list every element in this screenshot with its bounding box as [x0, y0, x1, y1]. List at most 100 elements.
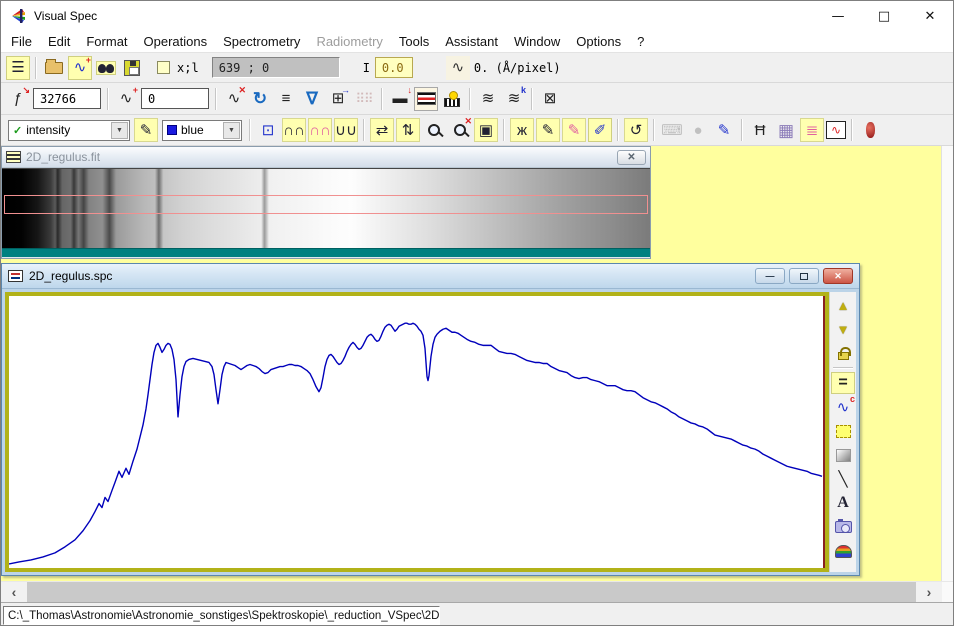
spectrum-strip-image[interactable] — [2, 168, 650, 248]
undo-curve-icon[interactable]: ↺ — [624, 118, 648, 142]
mark-line-icon[interactable]: ✎ — [562, 118, 586, 142]
color-pick-hand-icon[interactable]: ✎ — [134, 118, 158, 142]
gradient-square-icon[interactable] — [831, 444, 855, 466]
fit-close-button[interactable]: ✕ — [617, 150, 646, 165]
continuum-icon-2[interactable]: ∩∩ — [308, 118, 332, 142]
separator — [531, 88, 533, 110]
dropdown-arrow-icon[interactable]: ▼ — [223, 122, 240, 139]
spc-window-title-bar[interactable]: 2D_regulus.spc — ✕ — [2, 264, 859, 289]
sky-lines-icon[interactable]: ≋ — [476, 87, 500, 111]
crop-profile-icon[interactable]: ∿✕ — [222, 87, 246, 111]
menu-assistant[interactable]: Assistant — [437, 32, 506, 51]
draw-line-icon[interactable]: ✎ — [536, 118, 560, 142]
spc-minimize-button[interactable]: — — [755, 268, 785, 284]
xy-coordinates-checkbox-group: x;l — [157, 61, 202, 75]
binning-selection-box[interactable] — [4, 195, 648, 214]
annotate-lines-icon[interactable]: ≣ — [800, 118, 824, 142]
open-folder-icon[interactable] — [42, 56, 66, 80]
red-lens-icon[interactable] — [858, 118, 882, 142]
max-intensity-field[interactable]: 32766 — [33, 88, 101, 109]
divide-profiles-icon[interactable]: ⊠ — [538, 87, 562, 111]
menu-?[interactable]: ? — [629, 32, 652, 51]
zoom-in-icon[interactable] — [422, 118, 446, 142]
menu-spectrometry[interactable]: Spectrometry — [215, 32, 308, 51]
maximize-button[interactable]: □ — [861, 1, 907, 31]
offset-function-icon[interactable]: ∿+ — [114, 87, 138, 111]
menu-format[interactable]: Format — [78, 32, 135, 51]
tilt-lines-icon[interactable]: ≡ — [274, 87, 298, 111]
sky-lines-remove-icon[interactable]: ≋k — [502, 87, 526, 111]
equal-icon[interactable]: = — [831, 372, 855, 394]
save-icon[interactable] — [120, 56, 144, 80]
reference-barcode-icon[interactable] — [440, 87, 464, 111]
palette-icon[interactable] — [831, 540, 855, 562]
minimize-button[interactable]: — — [815, 1, 861, 31]
stripes-shape — [417, 92, 436, 105]
menu-file[interactable]: File — [3, 32, 40, 51]
rotate-icon[interactable]: ↻ — [248, 87, 272, 111]
open-profile-icon[interactable]: ∿+ — [68, 56, 92, 80]
scroll-left-button[interactable]: ‹ — [1, 582, 27, 602]
lock-shape — [838, 352, 849, 360]
arrow-up-icon[interactable]: ▲ — [831, 294, 855, 316]
zoom-reset-icon[interactable]: ✕ — [448, 118, 472, 142]
periodic-table-icon[interactable]: ▦ — [774, 118, 798, 142]
continuum-icon-3[interactable]: ∪∪ — [334, 118, 358, 142]
continuum-icon-1[interactable]: ∩∩ — [282, 118, 306, 142]
fit-image-window[interactable]: 2D_regulus.fit ✕ — [1, 146, 651, 259]
spc-restore-button[interactable] — [789, 268, 819, 284]
offset-field[interactable]: 0 — [141, 88, 209, 109]
text-tool-icon[interactable]: A — [831, 492, 855, 514]
menu-window[interactable]: Window — [506, 32, 568, 51]
spectrum-plot-area[interactable] — [9, 296, 825, 568]
arrow-down-icon[interactable]: ▼ — [831, 318, 855, 340]
element-lines-icon[interactable]: Ħ — [748, 118, 772, 142]
title-bar[interactable]: Visual Spec — □ ✕ — [1, 1, 953, 31]
preview-chart-icon[interactable]: ∿ — [826, 121, 846, 139]
clip-function-icon[interactable]: ƒ↘ — [6, 87, 30, 111]
extract-profile-icon[interactable]: ▬↓ — [388, 87, 412, 111]
spc-close-button[interactable]: ✕ — [823, 268, 853, 284]
scale-curve-icon[interactable]: ⇅ — [396, 118, 420, 142]
intensity-value-field[interactable]: 0.0 — [375, 57, 413, 78]
display-strip-icon[interactable] — [414, 87, 438, 111]
separator — [363, 119, 365, 141]
blue-square-icon — [167, 125, 177, 135]
despike-icon[interactable]: ж — [510, 118, 534, 142]
small-pencil-icon[interactable]: ✎ — [712, 118, 736, 142]
scroll-right-button[interactable]: › — [916, 582, 942, 602]
line-tool-icon[interactable]: ╲ — [831, 468, 855, 490]
camera-icon[interactable] — [831, 516, 855, 538]
smooth-brush-icon[interactable]: ✐ — [588, 118, 612, 142]
series-select[interactable]: ✓intensity▼ — [8, 120, 130, 141]
ink-drop-icon: ● — [686, 118, 710, 142]
spc-profile-window[interactable]: 2D_regulus.spc — ✕ — [1, 263, 860, 576]
horizontal-scrollbar[interactable]: ‹ › — [1, 582, 942, 602]
separator — [107, 88, 109, 110]
app-icon — [10, 8, 27, 24]
slant-nabla-icon[interactable]: ∇ — [300, 87, 324, 111]
dispersion-wave-icon[interactable]: ∿ — [446, 56, 470, 80]
crop-window-icon[interactable]: ▣ — [474, 118, 498, 142]
floppy-shape — [124, 60, 140, 76]
lock-icon[interactable] — [831, 342, 855, 364]
display-profile-icon[interactable]: ☰ — [6, 56, 30, 80]
menu-options[interactable]: Options — [568, 32, 629, 51]
selection-square-icon[interactable] — [831, 420, 855, 442]
menu-edit[interactable]: Edit — [40, 32, 78, 51]
menu-operations[interactable]: Operations — [136, 32, 216, 51]
scrollbar-track[interactable] — [27, 582, 916, 602]
close-button[interactable]: ✕ — [907, 1, 953, 31]
xy-coordinates-checkbox[interactable] — [157, 61, 170, 74]
dropdown-arrow-icon[interactable]: ▼ — [111, 122, 128, 139]
color-select[interactable]: blue▼ — [162, 120, 242, 141]
window-profile-icon[interactable]: ⊡ — [256, 118, 280, 142]
table-columns-icon[interactable]: ⊞→ — [326, 87, 350, 111]
separator — [833, 367, 853, 369]
shift-curve-icon[interactable]: ⇄ — [370, 118, 394, 142]
fit-window-title-bar[interactable]: 2D_regulus.fit ✕ — [2, 147, 650, 168]
cursor-coordinates-field[interactable]: 639 ; 0 — [212, 57, 340, 78]
menu-tools[interactable]: Tools — [391, 32, 437, 51]
replot-icon[interactable]: ∿c — [831, 396, 855, 418]
browse-binoculars-icon[interactable] — [94, 56, 118, 80]
